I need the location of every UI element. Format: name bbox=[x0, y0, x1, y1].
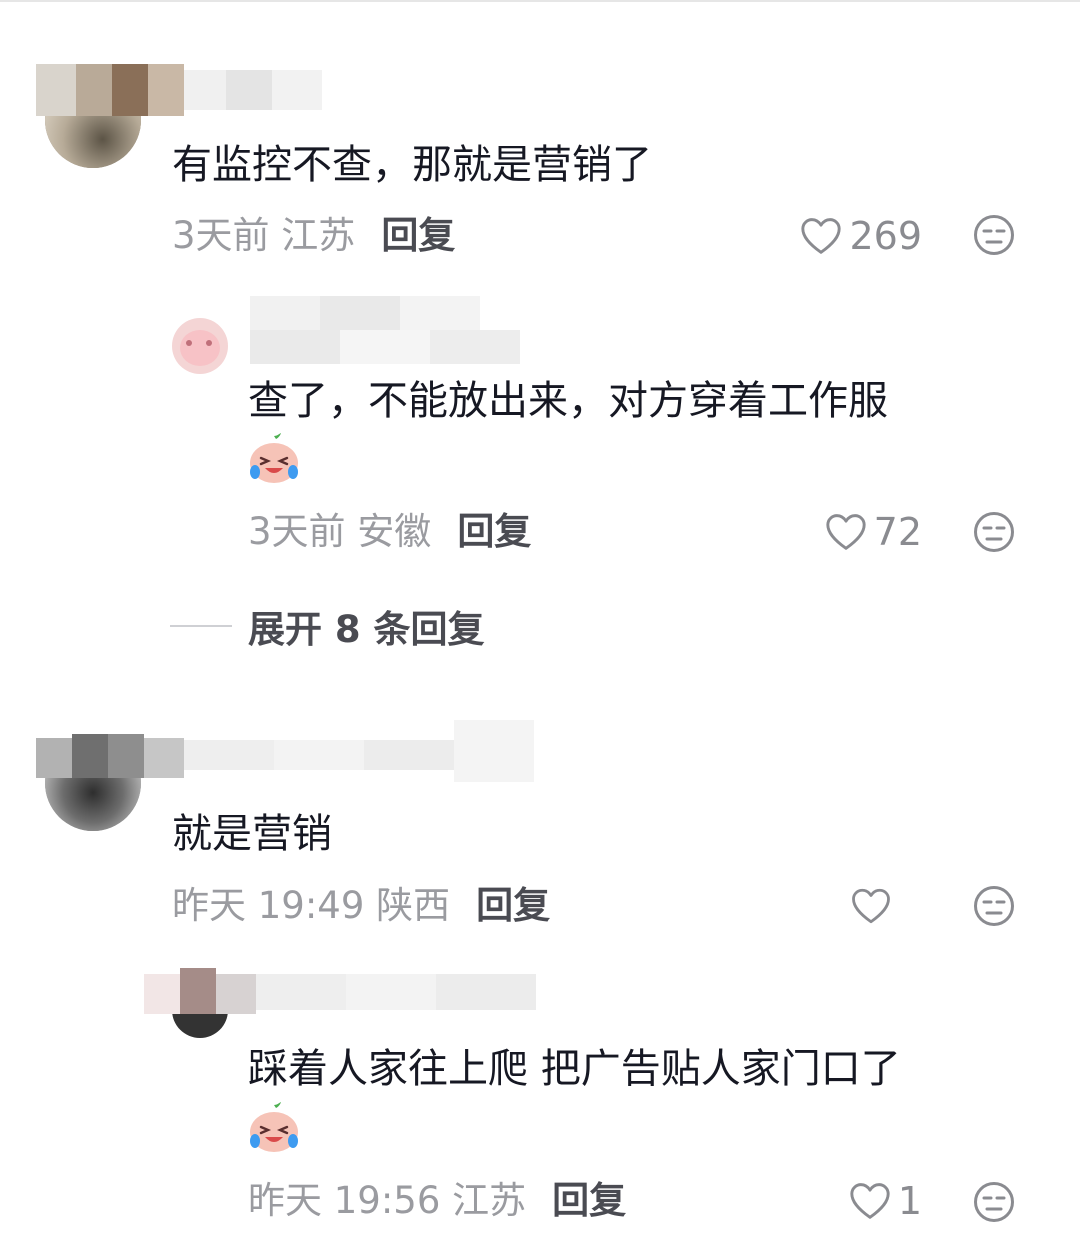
unamused-face-icon[interactable] bbox=[973, 1181, 1015, 1223]
top-divider bbox=[0, 0, 1080, 2]
reply-text: 查了，不能放出来，对方穿着工作服 bbox=[248, 378, 888, 424]
heart-outline-icon bbox=[801, 218, 842, 254]
like-count: 72 bbox=[873, 510, 922, 554]
comment-text: 就是营销 bbox=[172, 811, 332, 857]
reply-button[interactable]: 回复 bbox=[457, 510, 531, 553]
blurred-username bbox=[144, 968, 544, 1020]
reply-button[interactable]: 回复 bbox=[476, 884, 550, 927]
comment-time-location: 昨天 19:49 陕西 bbox=[172, 884, 451, 927]
like-count: 269 bbox=[849, 214, 922, 258]
blurred-username bbox=[180, 296, 540, 370]
like-button[interactable]: 1 bbox=[830, 1177, 922, 1225]
comment-time-location: 3天前 江苏 bbox=[172, 214, 356, 257]
comment-text: 有监控不查，那就是营销了 bbox=[172, 142, 652, 188]
comment-meta: 3天前 江苏 回复 bbox=[172, 212, 455, 260]
crying-laughing-emoji bbox=[250, 433, 298, 483]
reply-button[interactable]: 回复 bbox=[552, 1179, 626, 1222]
blurred-username bbox=[36, 720, 541, 788]
like-button[interactable]: 72 bbox=[800, 508, 922, 556]
heart-outline-icon bbox=[852, 888, 890, 924]
blurred-username bbox=[36, 64, 336, 116]
reply-time-location: 3天前 安徽 bbox=[248, 510, 432, 553]
unamused-face-icon[interactable] bbox=[973, 885, 1015, 927]
like-button[interactable]: 269 bbox=[780, 212, 922, 260]
unamused-face-icon[interactable] bbox=[973, 511, 1015, 553]
reply-button[interactable]: 回复 bbox=[381, 214, 455, 257]
reply-meta: 昨天 19:56 江苏 回复 bbox=[248, 1177, 626, 1225]
expand-replies-button[interactable]: 展开 8 条回复 bbox=[170, 600, 485, 652]
expand-replies-label: 展开 8 条回复 bbox=[248, 608, 485, 651]
comment-meta: 昨天 19:49 陕西 回复 bbox=[172, 882, 550, 930]
heart-outline-icon bbox=[850, 1183, 890, 1219]
reply-meta: 3天前 安徽 回复 bbox=[248, 508, 531, 556]
reply-time-location: 昨天 19:56 江苏 bbox=[248, 1179, 527, 1222]
expand-divider bbox=[170, 625, 232, 627]
reply-text: 踩着人家往上爬 把广告贴人家门口了 bbox=[248, 1046, 901, 1092]
crying-laughing-emoji bbox=[250, 1102, 298, 1152]
like-count: 1 bbox=[897, 1179, 922, 1223]
like-button[interactable] bbox=[850, 882, 898, 930]
unamused-face-icon[interactable] bbox=[973, 214, 1015, 256]
heart-outline-icon bbox=[826, 514, 866, 550]
